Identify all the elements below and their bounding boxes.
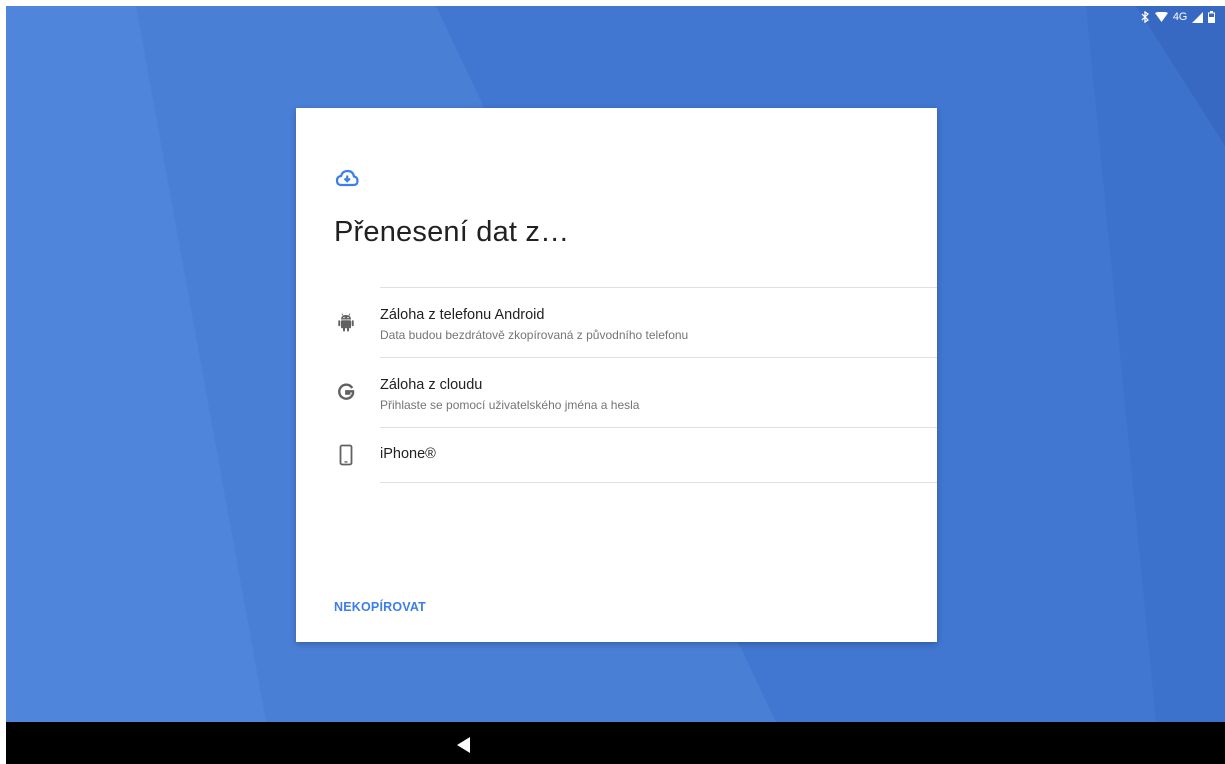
network-type-label: 4G <box>1172 11 1187 23</box>
option-iphone[interactable]: iPhone® <box>296 428 937 482</box>
option-title: iPhone® <box>380 446 436 462</box>
divider <box>380 482 937 483</box>
setup-screen: 4G Přenesení dat z… Záloha z telefonu An… <box>6 6 1225 722</box>
wifi-icon <box>1154 11 1168 23</box>
battery-icon <box>1208 11 1215 23</box>
transfer-options-list: Záloha z telefonu Android Data budou bez… <box>296 287 937 483</box>
phone-icon <box>334 443 358 467</box>
option-title: Záloha z cloudu <box>380 377 483 393</box>
option-subtitle: Přihlaste se pomocí uživatelského jména … <box>380 398 640 412</box>
skip-button[interactable]: NEKOPÍROVAT <box>334 600 426 614</box>
signal-icon <box>1192 11 1203 23</box>
transfer-dialog: Přenesení dat z… Záloha z telefonu Andro… <box>296 108 937 642</box>
option-title: Záloha z telefonu Android <box>380 307 545 323</box>
option-cloud-backup[interactable]: Záloha z cloudu Přihlaste se pomocí uživ… <box>296 358 937 427</box>
back-icon[interactable] <box>454 735 474 755</box>
option-subtitle: Data budou bezdrátově zkopírovaná z půvo… <box>380 328 689 342</box>
navigation-bar <box>6 722 1225 764</box>
page-title: Přenesení dat z… <box>334 216 570 248</box>
status-bar: 4G <box>1141 6 1215 28</box>
google-icon <box>334 380 358 404</box>
bluetooth-icon <box>1141 11 1150 23</box>
android-icon <box>334 310 358 334</box>
cloud-download-icon <box>335 166 359 190</box>
option-android-backup[interactable]: Záloha z telefonu Android Data budou bez… <box>296 288 937 357</box>
